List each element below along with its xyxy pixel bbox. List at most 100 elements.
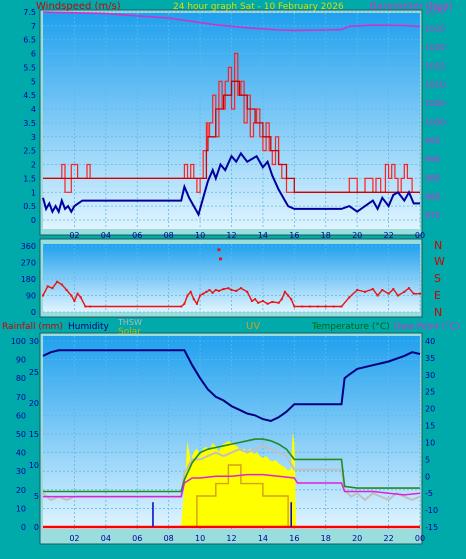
wind-direction-mark (218, 257, 223, 261)
direction-tick-label: 360 (21, 242, 36, 251)
wind-direction-point (42, 294, 44, 297)
wind-direction-point (283, 290, 286, 293)
barometer-tick-label: 990 (425, 155, 440, 164)
barometer-tick-label: 1010 (425, 81, 445, 90)
temperature-tick-label: 10 (425, 438, 435, 447)
windspeed-tick-label: 2.5 (23, 147, 36, 156)
wind-direction-point (332, 305, 335, 308)
wind-direction-point (293, 305, 296, 308)
windspeed-tick-label: 7.5 (23, 8, 36, 17)
wind-direction-point (246, 290, 249, 293)
humidity-tick-label: 0 (21, 523, 26, 532)
wind-direction-point (230, 289, 233, 291)
wind-direction-point (419, 292, 421, 295)
wind-direction-point (205, 290, 208, 293)
windspeed-tick-label: 6 (31, 50, 36, 59)
temperature-tick-label: 30 (425, 371, 435, 380)
compass-label-n-top: N (434, 239, 442, 252)
x-tick-label: 02 (69, 534, 79, 543)
x-tick-label: 10 (195, 534, 205, 543)
wind-direction-point (261, 300, 264, 302)
wind-direction-point (227, 287, 230, 290)
wind-direction-point (195, 302, 198, 305)
wind-direction-point (316, 305, 319, 308)
windspeed-tick-label: 4.5 (23, 91, 36, 100)
wind-direction-point (84, 305, 87, 308)
weather-chart: 02 04 06 08 10 12 14 16 18 20 22 00 00.511.522.533.… (0, 0, 466, 555)
temperature-tick-label: -5 (425, 489, 433, 498)
humidity-tick-label: 90 (16, 356, 26, 365)
compass-label-n-bottom: N (434, 306, 442, 319)
barometer-tick-label: 980 (425, 192, 440, 201)
wind-direction-point (56, 280, 59, 283)
wind-direction-point (189, 290, 192, 293)
wind-direction-point (254, 298, 257, 301)
humidity-tick-label: 20 (16, 486, 26, 495)
wind-direction-point (290, 298, 293, 301)
wind-direction-point (280, 298, 283, 301)
wind-direction-point (51, 287, 54, 290)
wind-direction-point (250, 300, 253, 302)
wind-direction-point (235, 289, 238, 292)
wind-direction-point (202, 292, 205, 295)
x-tick-label: 16 (289, 534, 299, 543)
x-tick-label: 08 (164, 534, 174, 543)
dewpoint-axis-title: Dew Point (°C) (394, 322, 460, 332)
wind-direction-point (180, 305, 183, 308)
temperature-tick-label: 40 (425, 337, 435, 346)
barometer-tick-label: 1025 (425, 25, 445, 34)
wind-direction-point (324, 305, 327, 308)
wind-direction-point (397, 294, 400, 297)
wind-direction-point (79, 296, 82, 299)
wind-direction-point (340, 305, 343, 308)
rainfall-tick-label: 30 (29, 337, 39, 346)
temperature-tick-label: 20 (425, 405, 435, 414)
temperature-tick-label: 15 (425, 422, 435, 431)
rainfall-tick-label: 25 (29, 368, 39, 377)
humidity-tick-label: 80 (16, 374, 26, 383)
thsw-label: THSW (117, 318, 142, 327)
wind-direction-point (222, 288, 225, 291)
wind-direction-point (287, 294, 290, 297)
wind-direction-point (76, 292, 79, 295)
humidity-tick-label: 60 (16, 411, 26, 420)
windspeed-tick-label: 3.5 (23, 119, 36, 128)
x-tick-label: 00 (415, 534, 425, 543)
wind-direction-point (403, 290, 406, 293)
wind-direction-point (208, 289, 211, 291)
wind-direction-point (192, 298, 195, 301)
temperature-tick-label: 25 (425, 388, 435, 397)
direction-tick-label: 90 (26, 292, 36, 301)
wind-direction-point (70, 294, 73, 297)
temperature-tick-label: -10 (425, 506, 438, 515)
wind-direction-point (364, 290, 367, 293)
temperature-tick-label: 0 (425, 472, 430, 481)
humidity-tick-label: 100 (11, 337, 26, 346)
x-tick-label: 22 (383, 534, 393, 543)
barometer-tick-label: 1005 (425, 99, 445, 108)
windspeed-tick-label: 2 (31, 161, 36, 170)
x-tick-label: 18 (321, 534, 331, 543)
wind-direction-point (348, 296, 351, 299)
rainfall-tick-label: 15 (29, 430, 39, 439)
windspeed-tick-label: 7 (31, 22, 36, 31)
direction-tick-label: 270 (21, 259, 36, 268)
rainfall-axis-title: Rainfall (mm) (2, 322, 63, 332)
direction-tick-label: 0 (31, 308, 36, 317)
wind-direction-point (412, 292, 415, 295)
wind-direction-point (199, 294, 202, 297)
wind-direction-point (73, 300, 76, 302)
wind-direction-point (376, 294, 379, 297)
wind-direction-point (211, 291, 214, 294)
wind-direction-point (186, 294, 189, 297)
wind-direction-point (266, 302, 269, 305)
humidity-tick-label: 30 (16, 467, 26, 476)
windspeed-tick-label: 0 (31, 216, 36, 225)
humidity-tick-label: 70 (16, 393, 26, 402)
wind-direction-point (387, 292, 390, 295)
wind-direction-point (271, 300, 274, 303)
wind-direction-point (381, 289, 384, 291)
wind-direction-point (239, 287, 242, 290)
temperature-tick-label: 35 (425, 354, 435, 363)
windspeed-tick-label: 5.5 (23, 63, 36, 72)
